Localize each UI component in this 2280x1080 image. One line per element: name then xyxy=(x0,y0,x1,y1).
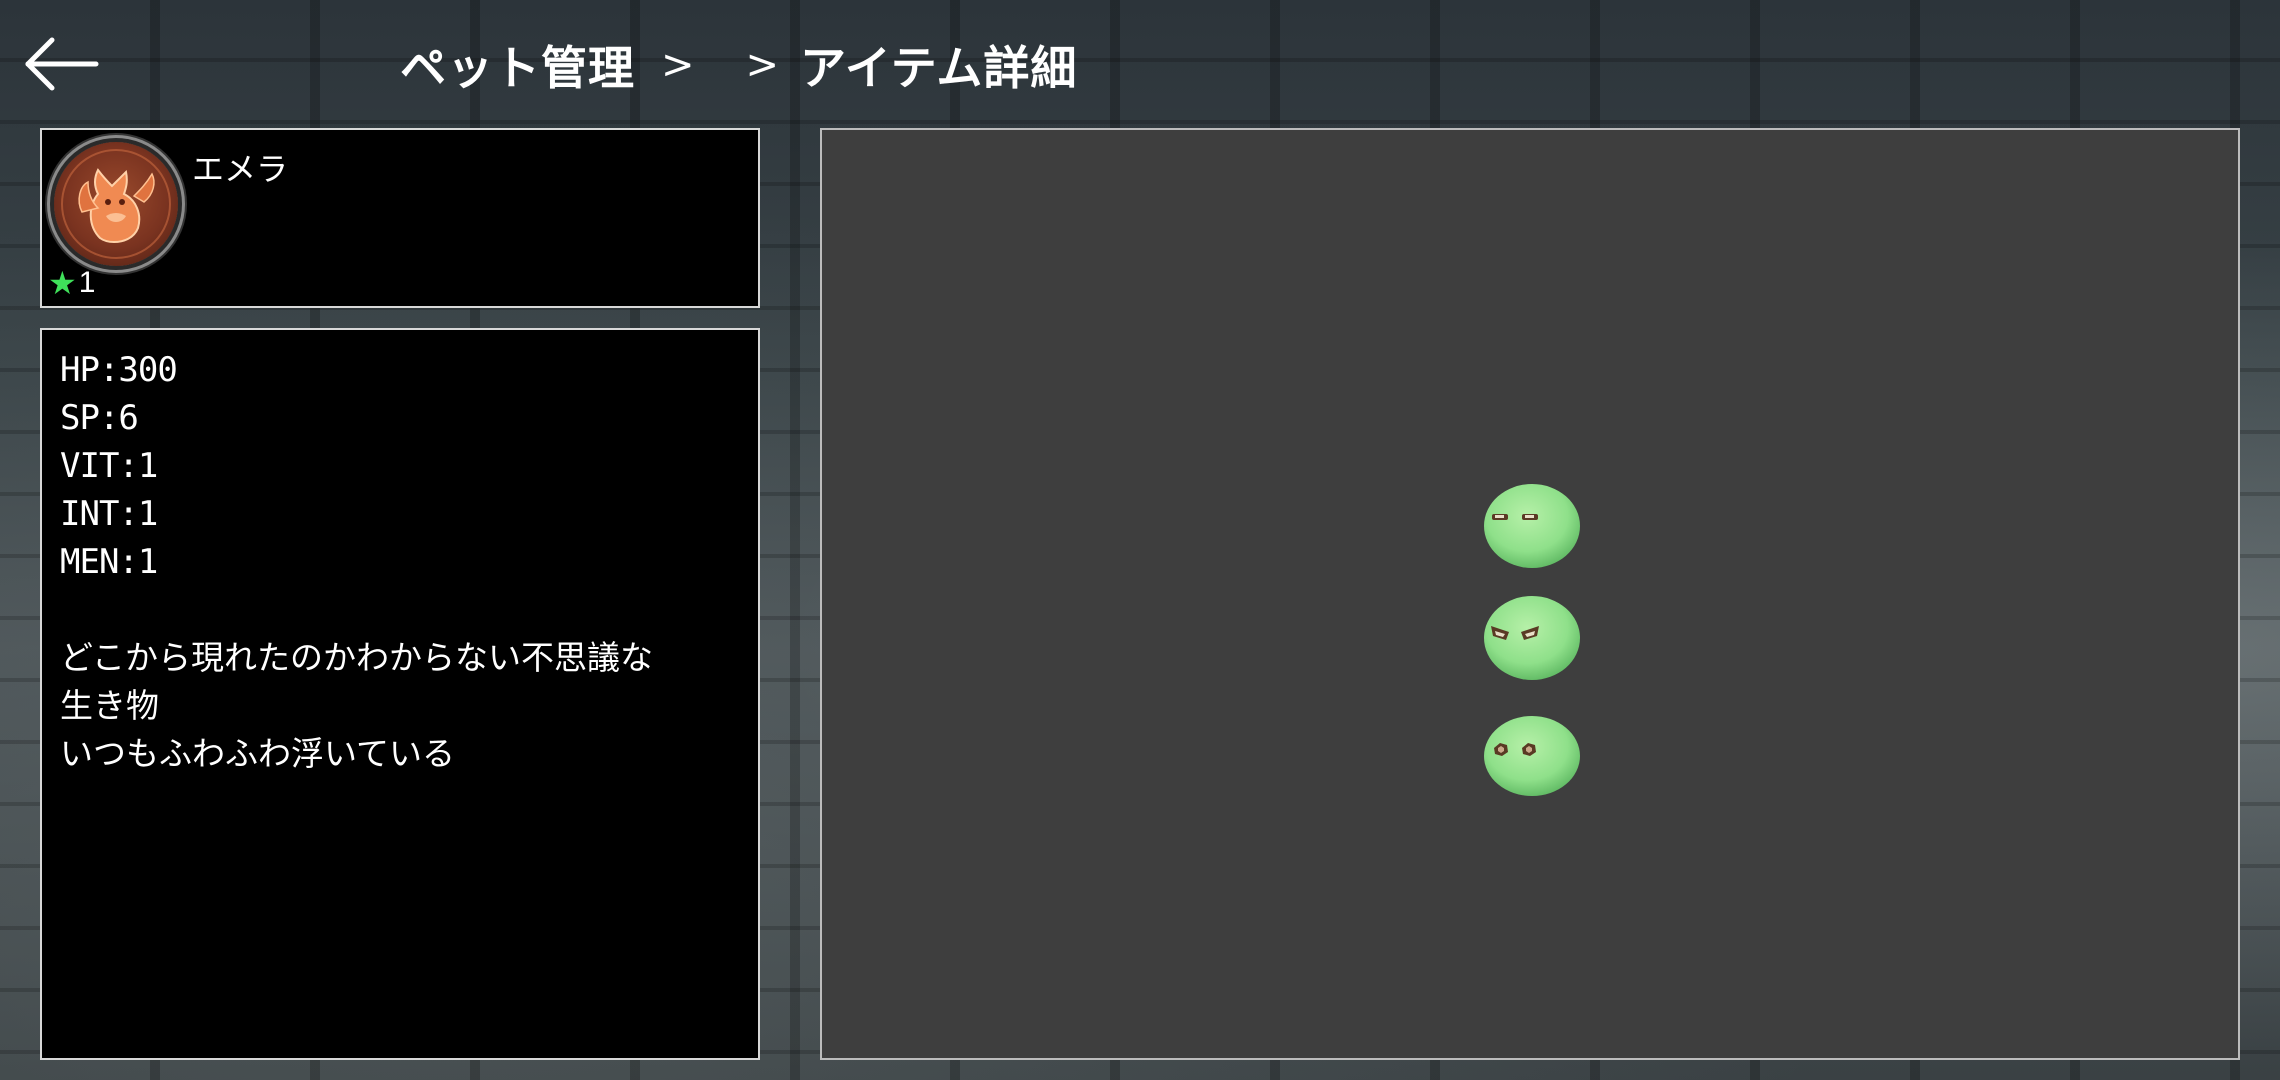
stat-sp: SP:6 xyxy=(60,398,139,438)
sprite-preview xyxy=(820,128,2240,1060)
pet-card: エメラ ★ 1 xyxy=(40,128,760,308)
sprite-angry xyxy=(1482,594,1582,682)
detail-panel: HP:300 SP:6 VIT:1 INT:1 MEN:1 どこから現れたのかわ… xyxy=(40,328,760,1060)
rarity-value: 1 xyxy=(78,266,96,299)
pet-avatar xyxy=(54,142,178,266)
stat-vit: VIT:1 xyxy=(60,446,158,486)
stat-men: MEN:1 xyxy=(60,542,158,582)
pet-name: エメラ xyxy=(192,150,289,188)
arrow-left-icon xyxy=(25,37,99,91)
back-button[interactable] xyxy=(22,28,102,100)
star-icon: ★ xyxy=(48,265,77,301)
sprite-normal xyxy=(1482,712,1582,800)
description-line: 生き物 xyxy=(60,686,159,725)
sprite-sleepy xyxy=(1482,482,1582,570)
description-line: いつもふわふわ浮いている xyxy=(60,734,456,773)
rarity: ★ 1 xyxy=(48,266,95,300)
breadcrumb-pet-management[interactable]: ペット管理 xyxy=(400,32,635,98)
breadcrumb-item-detail: アイテム詳細 xyxy=(800,41,1078,95)
description-line: どこから現れたのかわからない不思議な xyxy=(60,638,654,677)
fox-emblem-icon xyxy=(61,149,171,259)
breadcrumb-separator: > xyxy=(745,42,781,88)
breadcrumb-separator: > xyxy=(661,42,696,88)
breadcrumb: ペット管理 > > アイテム詳細 xyxy=(400,30,1077,100)
pet-description: どこから現れたのかわからない不思議な 生き物 いつもふわふわ浮いている xyxy=(60,634,740,778)
stat-int: INT:1 xyxy=(60,494,158,534)
header: ペット管理 > > アイテム詳細 xyxy=(0,0,2280,128)
stat-hp: HP:300 xyxy=(60,350,178,390)
